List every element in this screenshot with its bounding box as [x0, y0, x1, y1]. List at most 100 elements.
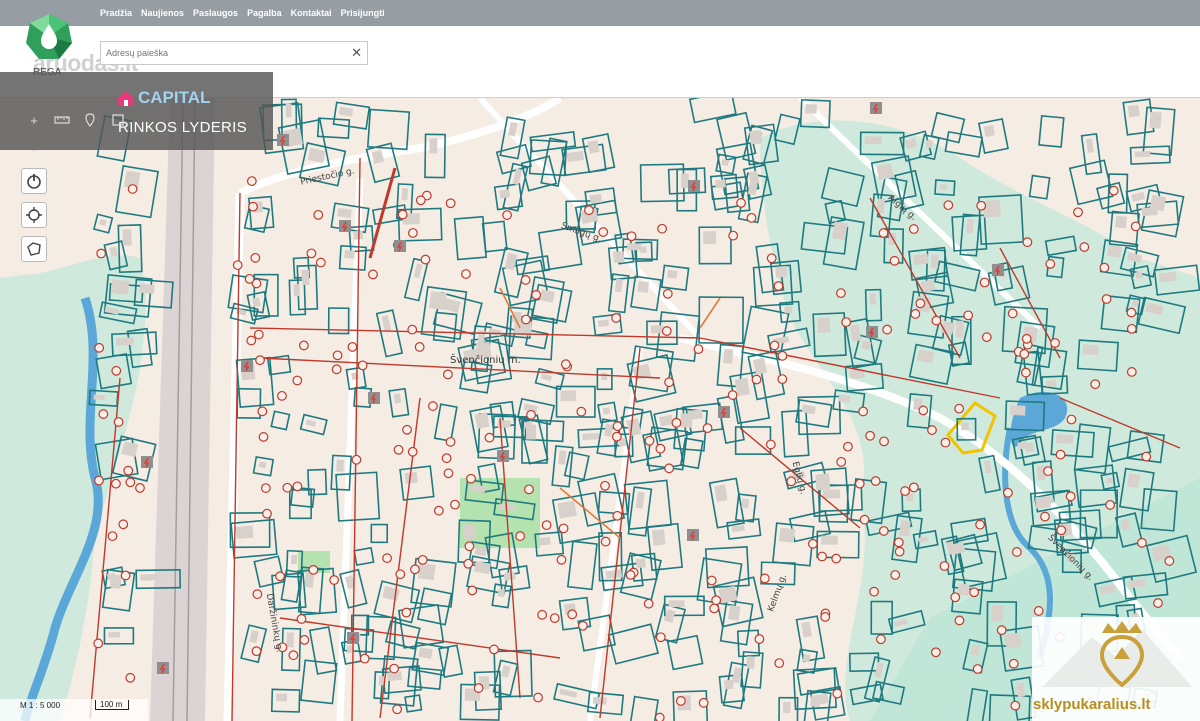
area-select-button[interactable]	[21, 236, 47, 262]
building	[474, 546, 487, 556]
utility-node	[420, 254, 431, 265]
utility-node	[1055, 449, 1066, 460]
utility-node	[127, 184, 138, 194]
street-label-svencioniu-m: Švenčionių m.	[450, 355, 521, 366]
building	[668, 600, 685, 608]
house-icon	[118, 91, 134, 106]
zoom-in-button[interactable]: +	[22, 108, 46, 132]
utility-node	[1010, 700, 1021, 711]
address-search-input[interactable]	[101, 42, 341, 64]
utility-node	[521, 314, 531, 325]
building	[966, 218, 974, 234]
utility-node	[765, 439, 776, 450]
building	[539, 537, 551, 546]
utility-node	[135, 483, 145, 493]
utility-node	[644, 435, 655, 446]
utility-node	[1141, 451, 1152, 462]
utility-node	[657, 223, 667, 234]
building	[784, 306, 793, 314]
utility-node	[879, 436, 889, 447]
building	[637, 280, 650, 293]
utility-node	[1099, 262, 1110, 273]
utility-node	[910, 309, 921, 319]
utility-node	[1056, 525, 1067, 536]
utility-node	[611, 431, 622, 442]
utility-node	[524, 484, 534, 495]
utility-node	[292, 481, 303, 492]
utility-node	[836, 288, 846, 299]
nav-item-contacts[interactable]: Kontaktai	[291, 8, 332, 18]
utility-node	[428, 401, 438, 411]
close-icon[interactable]: ✕	[351, 45, 362, 61]
utility-node	[889, 255, 900, 266]
utility-node	[882, 324, 893, 335]
utility-node	[123, 465, 134, 476]
utility-node	[118, 519, 129, 530]
utility-node	[113, 417, 124, 427]
utility-node	[93, 638, 104, 649]
building	[276, 693, 288, 702]
utility-node	[368, 269, 378, 280]
pin-icon[interactable]	[78, 108, 102, 132]
utility-node	[332, 350, 343, 361]
utility-node	[854, 478, 865, 489]
building	[601, 372, 608, 381]
utility-node	[1126, 307, 1137, 318]
utility-node	[1126, 367, 1137, 377]
substation	[687, 529, 699, 541]
building	[301, 269, 310, 286]
substation	[992, 264, 1004, 276]
utility-node	[415, 195, 426, 206]
layers-icon[interactable]	[106, 108, 130, 132]
building	[815, 473, 831, 491]
nav-item-news[interactable]: Naujienos	[141, 8, 184, 18]
zoom-out-button[interactable]: −	[22, 138, 46, 162]
utility-node	[709, 603, 720, 614]
nav-item-help[interactable]: Pagalba	[247, 8, 282, 18]
utility-node	[976, 200, 987, 211]
utility-node	[351, 454, 362, 465]
building	[723, 348, 734, 364]
building	[650, 325, 663, 334]
building	[957, 583, 970, 596]
utility-node	[1022, 237, 1033, 248]
building	[589, 193, 603, 204]
building	[429, 138, 438, 154]
utility-node	[443, 468, 454, 479]
utility-node	[556, 554, 567, 565]
utility-node	[939, 561, 950, 571]
cadastral-map[interactable]: Priestočio g. Švenčionių m. Eglių g. Dar…	[0, 98, 1200, 721]
utility-node	[1040, 511, 1050, 522]
utility-node	[728, 230, 739, 241]
building	[557, 500, 577, 519]
utility-node	[533, 692, 543, 703]
utility-node	[414, 342, 425, 352]
utility-node	[407, 446, 418, 457]
map-canvas[interactable]	[0, 98, 1200, 721]
utility-node	[975, 519, 985, 530]
building	[703, 231, 716, 244]
utility-node	[392, 704, 403, 715]
ruler-icon[interactable]	[50, 108, 74, 132]
building	[503, 571, 516, 581]
building	[1141, 206, 1158, 217]
utility-node	[1065, 491, 1076, 502]
utility-node	[484, 432, 495, 443]
building	[560, 390, 576, 402]
building	[802, 653, 811, 663]
utility-node	[894, 546, 905, 557]
building	[291, 554, 298, 565]
utility-node	[754, 634, 765, 644]
utility-node	[502, 210, 512, 220]
nav-item-home[interactable]: Pradžia	[100, 8, 132, 18]
building	[783, 701, 791, 714]
utility-node	[915, 298, 926, 309]
locate-button[interactable]	[21, 202, 47, 228]
nav-item-services[interactable]: Paslaugos	[193, 8, 238, 18]
nav-item-login[interactable]: Prisijungti	[341, 8, 385, 18]
utility-node	[698, 697, 709, 708]
building	[116, 337, 134, 346]
power-toggle-button[interactable]	[21, 168, 47, 194]
utility-node	[393, 444, 404, 455]
utility-node	[963, 310, 974, 321]
